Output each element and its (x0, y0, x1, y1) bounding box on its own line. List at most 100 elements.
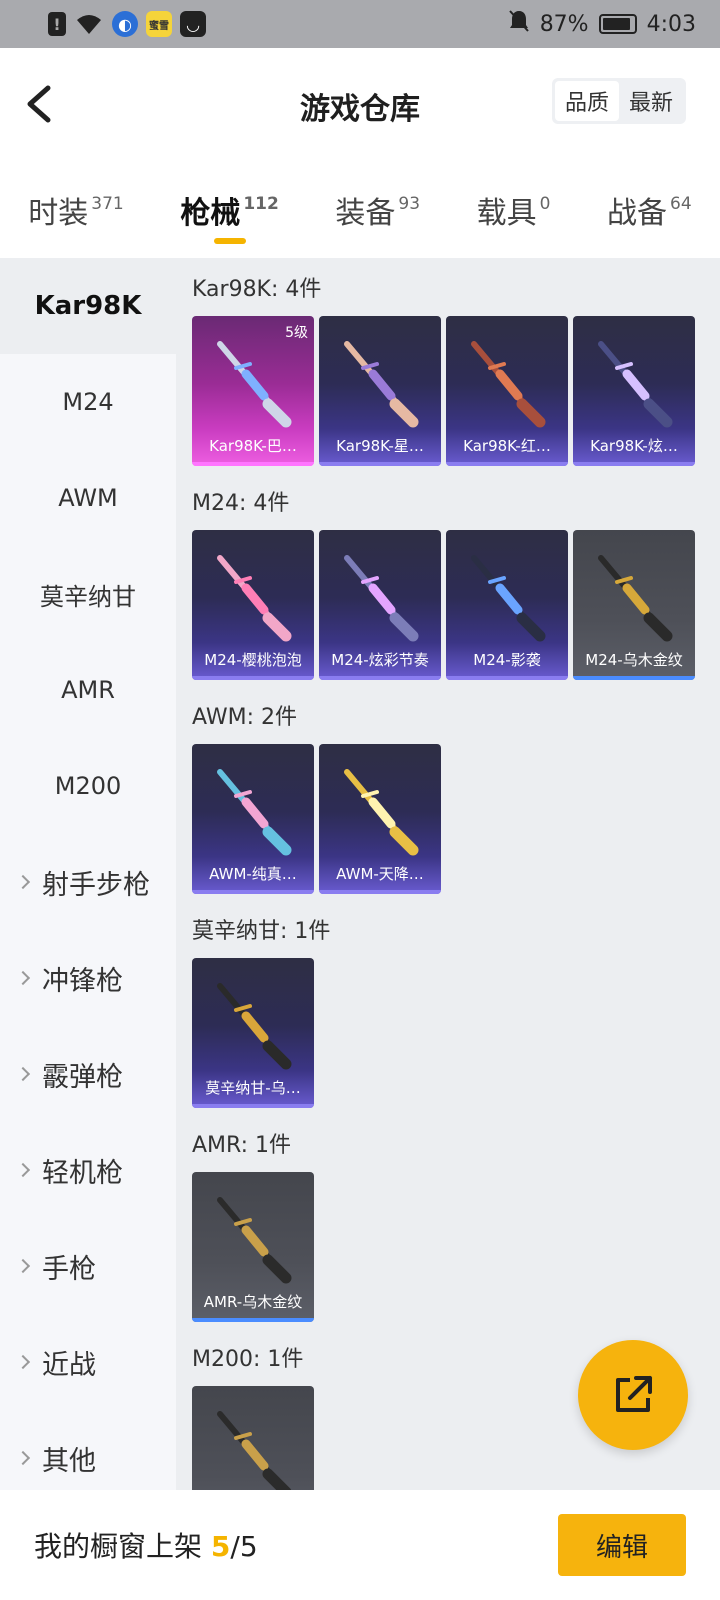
rarity-bar (446, 676, 568, 680)
sidebar-group-label: 近战 (42, 1349, 96, 1381)
section-title: M24: 4件 (192, 491, 290, 516)
weapon-list: Kar98K: 4件 5级 Kar98K-巴… Kar98K-星… Kar98K-红… K… (176, 258, 720, 1490)
weapon-skin-card[interactable]: 5级 Kar98K-巴… (192, 316, 314, 466)
clock: 4:03 (646, 11, 696, 37)
section-title: 莫辛纳甘: 1件 (192, 919, 331, 944)
weapon-skin-card[interactable]: M24-乌木金纹 (573, 530, 695, 680)
mute-bell-icon (508, 9, 530, 39)
tab-label: 载具 (476, 196, 537, 231)
skin-name: M24-影袭 (473, 651, 541, 669)
sidebar-group-dmr[interactable]: 射手步枪 (0, 834, 176, 930)
sort-newest-option[interactable]: 最新 (619, 81, 683, 121)
showcase-label: 我的橱窗上架 (34, 1530, 203, 1563)
weapon-skin-card[interactable]: Kar98K-星… (319, 316, 441, 466)
sidebar-group-lmg[interactable]: 轻机枪 (0, 1122, 176, 1218)
bag-app-icon: ◡ (180, 11, 206, 37)
tab-supplies[interactable]: 战备 64 (607, 188, 692, 232)
sidebar-group-melee[interactable]: 近战 (0, 1314, 176, 1410)
skin-name: 莫辛纳甘-乌… (205, 1079, 301, 1097)
skin-name: Kar98K-红… (463, 437, 551, 455)
weapon-skin-card[interactable]: Kar98K-炫… (573, 316, 695, 466)
chevron-right-icon (15, 1450, 31, 1466)
rifle-icon (593, 338, 677, 428)
chevron-right-icon (15, 970, 31, 986)
sidebar-group-shotgun[interactable]: 霰弹枪 (0, 1026, 176, 1122)
sidebar-group-pistol[interactable]: 手枪 (0, 1218, 176, 1314)
sidebar-group-label: 射手步枪 (42, 869, 150, 901)
sidebar-group-label: 霰弹枪 (42, 1061, 123, 1093)
rarity-bar (192, 676, 314, 680)
item-grid: 5级 Kar98K-巴… Kar98K-星… Kar98K-红… Kar98K-炫… (192, 316, 720, 472)
tab-weapons[interactable]: 枪械 112 (180, 188, 279, 244)
showcase-current: 5 (210, 1530, 231, 1563)
sidebar-group-label: 轻机枪 (42, 1157, 123, 1189)
rarity-bar (319, 462, 441, 466)
item-grid: AMR-乌木金纹 (192, 1172, 720, 1328)
rarity-bar (573, 676, 695, 680)
sort-toggle: 品质 最新 (551, 78, 686, 124)
weapon-skin-card[interactable]: M24-樱桃泡泡 (192, 530, 314, 680)
tab-label: 装备 (335, 196, 396, 231)
item-grid: M24-樱桃泡泡 M24-炫彩节奏 M24-影袭 M24-乌木金纹 (192, 530, 720, 686)
mixue-app-icon: 蜜雪 (146, 11, 172, 37)
chevron-right-icon (15, 1354, 31, 1370)
tab-count: 371 (91, 194, 124, 214)
rifle-icon (212, 552, 296, 642)
alert-icon: ! (48, 12, 66, 36)
sidebar-item-m24[interactable]: M24 (0, 354, 176, 450)
sidebar-item-amr[interactable]: AMR (0, 642, 176, 738)
tab-equipment[interactable]: 装备 93 (335, 188, 420, 232)
sidebar-group-smg[interactable]: 冲锋枪 (0, 930, 176, 1026)
battery-percent: 87% (539, 11, 589, 37)
skin-name: M24-炫彩节奏 (331, 651, 429, 669)
skin-name: Kar98K-炫… (590, 437, 678, 455)
section-title: AMR: 1件 (192, 1133, 292, 1158)
battery-icon (598, 14, 637, 34)
rarity-bar (446, 462, 568, 466)
sidebar-item-m200[interactable]: M200 (0, 738, 176, 834)
skin-name: AMR-乌木金纹 (203, 1293, 303, 1311)
sort-quality-option[interactable]: 品质 (554, 81, 619, 121)
chevron-right-icon (15, 1258, 31, 1274)
edit-button[interactable]: 编辑 (558, 1514, 686, 1576)
rifle-icon (466, 552, 550, 642)
rarity-bar (192, 1104, 314, 1108)
rarity-bar (319, 890, 441, 894)
tab-count: 93 (398, 194, 421, 214)
rifle-icon (339, 552, 423, 642)
tab-vehicles[interactable]: 载具 0 (477, 188, 551, 232)
tab-count: 112 (243, 194, 279, 214)
sidebar-item-mosin[interactable]: 莫辛纳甘 (0, 546, 176, 642)
rifle-icon (212, 1408, 296, 1490)
weapon-skin-card[interactable]: M24-影袭 (446, 530, 568, 680)
weapon-skin-card[interactable]: M200-乌木金纹 (192, 1386, 314, 1490)
weapon-skin-card[interactable]: 莫辛纳甘-乌… (192, 958, 314, 1108)
weapon-skin-card[interactable]: M24-炫彩节奏 (319, 530, 441, 680)
chevron-right-icon (15, 1162, 31, 1178)
tab-count: 0 (539, 194, 551, 214)
status-bar: ! ◐ 蜜雪 ◡ 87% 4:03 (0, 0, 720, 48)
rarity-bar (192, 890, 314, 894)
weapon-skin-card[interactable]: AWM-天降… (319, 744, 441, 894)
rarity-bar (319, 676, 441, 680)
browser-app-icon: ◐ (112, 11, 138, 37)
share-button[interactable] (578, 1340, 688, 1450)
skin-name: AWM-纯真… (209, 865, 297, 883)
skin-name: M24-樱桃泡泡 (204, 651, 302, 669)
item-grid: 莫辛纳甘-乌… (192, 958, 720, 1114)
sidebar-item-kar98k[interactable]: Kar98K (0, 258, 176, 354)
weapon-sidebar: Kar98K M24 AWM 莫辛纳甘 AMR M200 射手步枪 冲锋枪 霰弹… (0, 258, 176, 1490)
weapon-skin-card[interactable]: AMR-乌木金纹 (192, 1172, 314, 1322)
showcase-counter: 我的橱窗上架 5/5 (34, 1525, 258, 1565)
section-title: AWM: 2件 (192, 705, 297, 730)
rifle-icon (212, 980, 296, 1070)
rifle-icon (212, 766, 296, 856)
skin-name: M24-乌木金纹 (585, 651, 683, 669)
showcase-total: /5 (230, 1530, 258, 1563)
sidebar-item-awm[interactable]: AWM (0, 450, 176, 546)
tab-fashion[interactable]: 时装 371 (28, 188, 123, 232)
bottom-bar: 我的橱窗上架 5/5 编辑 (0, 1490, 720, 1600)
weapon-skin-card[interactable]: Kar98K-红… (446, 316, 568, 466)
weapon-skin-card[interactable]: AWM-纯真… (192, 744, 314, 894)
section-title: Kar98K: 4件 (192, 277, 322, 302)
